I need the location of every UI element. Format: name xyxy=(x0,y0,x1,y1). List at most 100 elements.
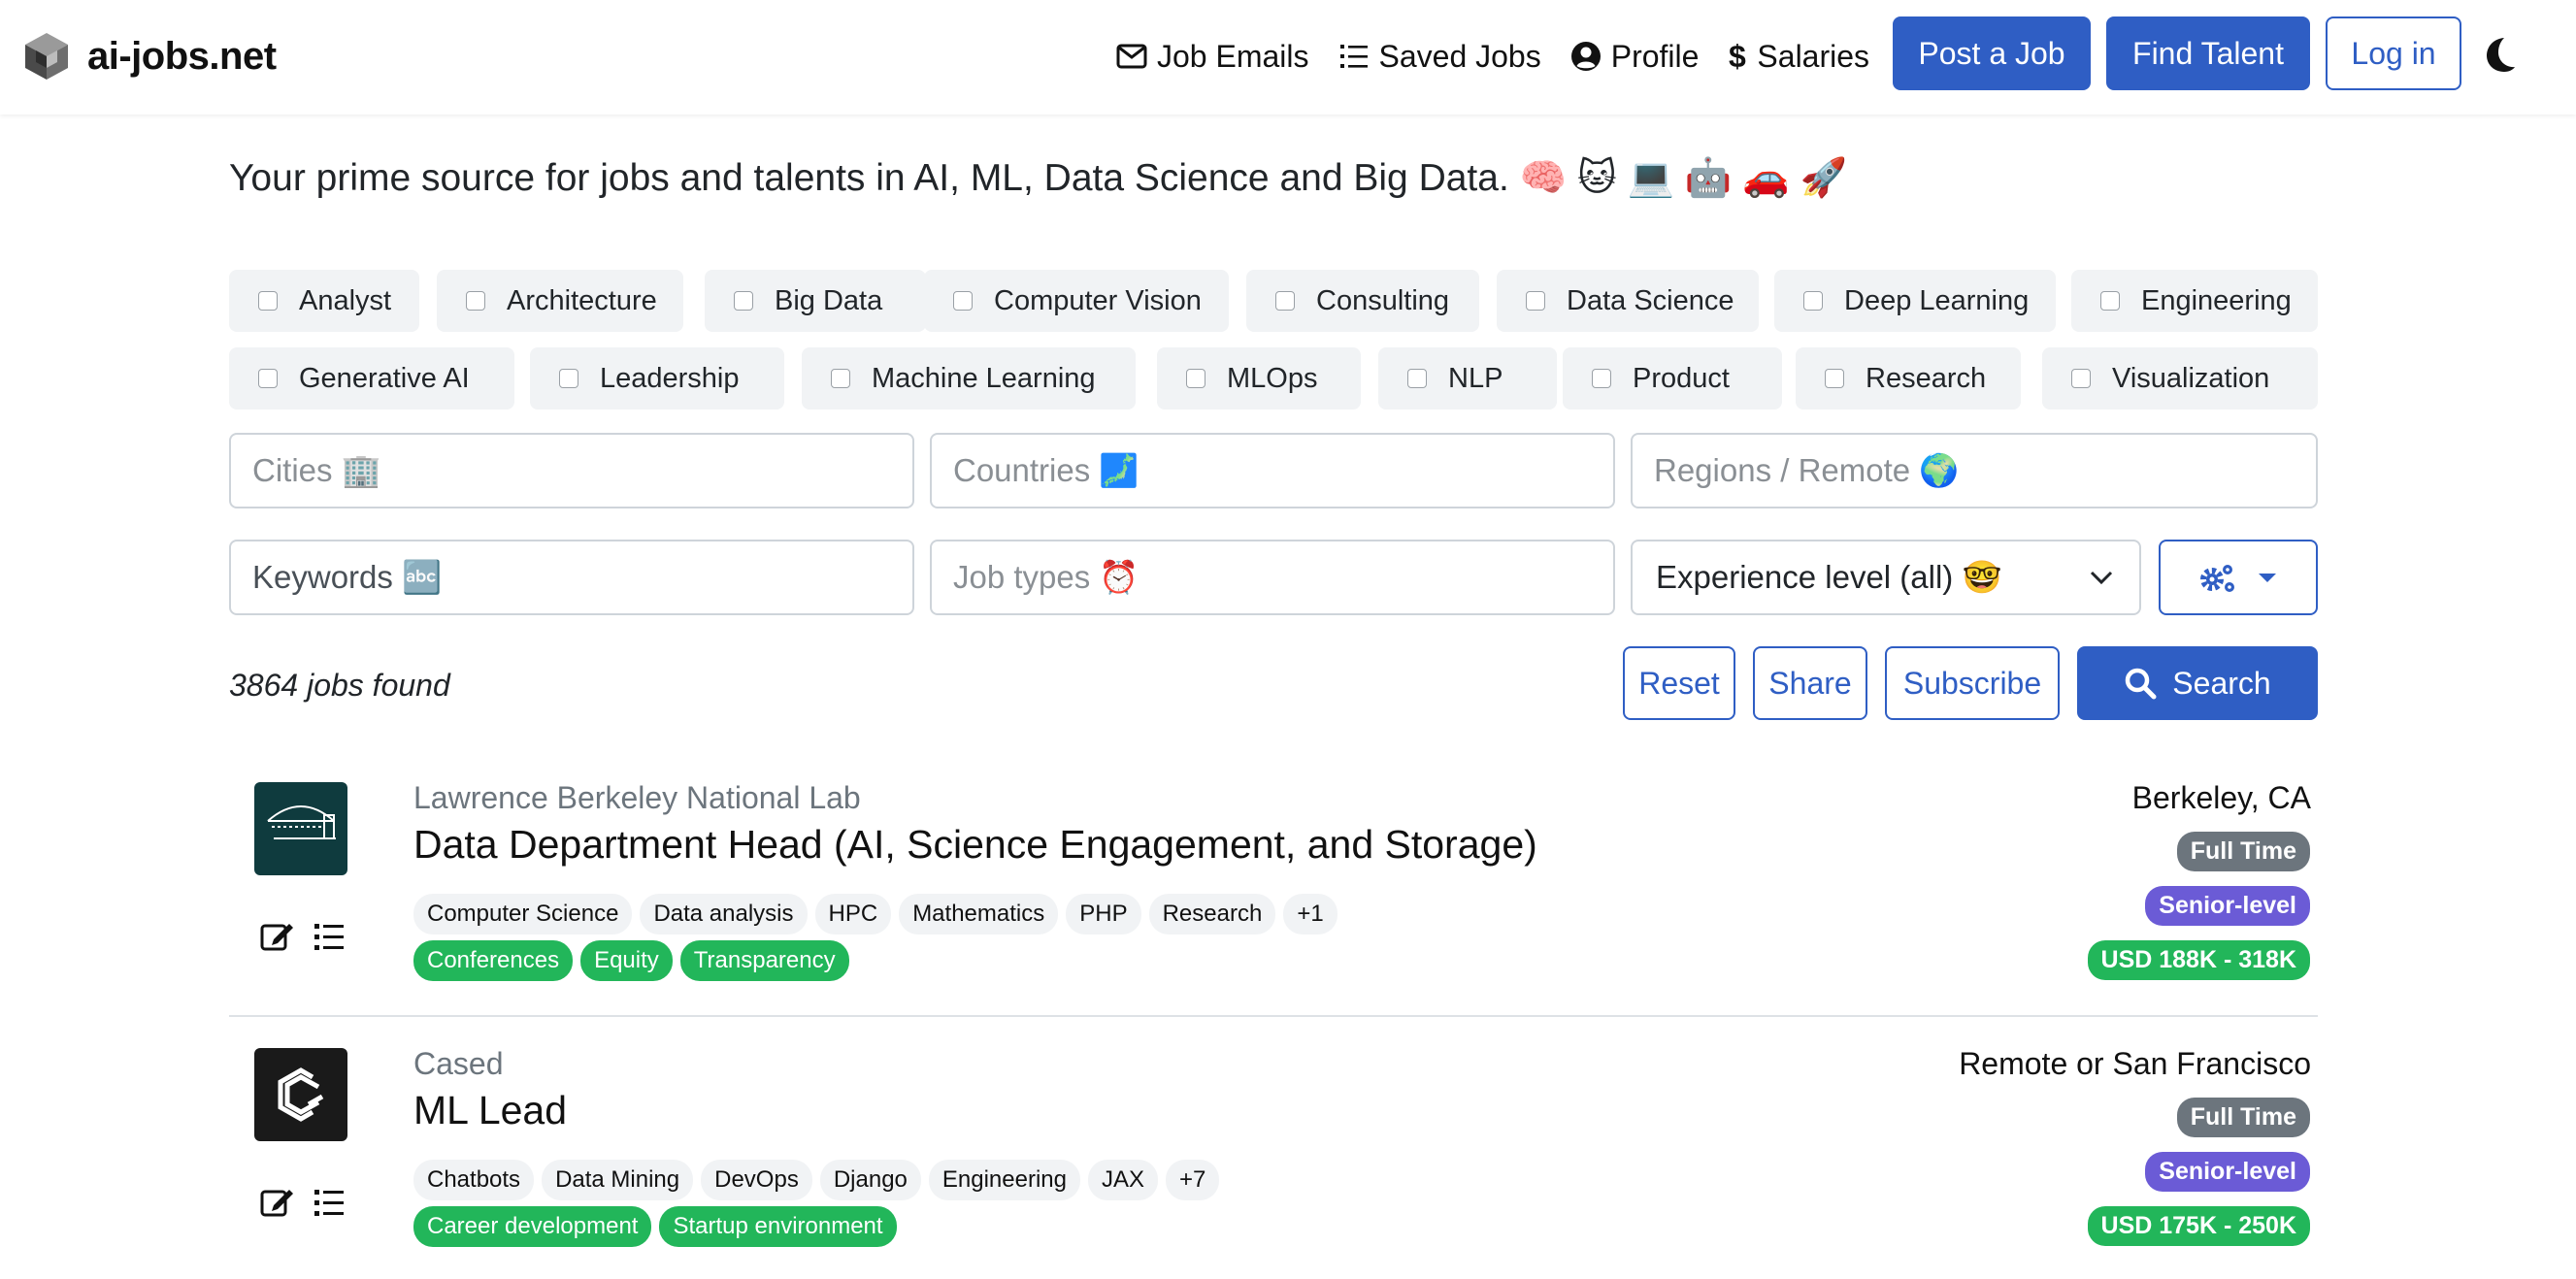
checkbox-icon[interactable] xyxy=(734,291,753,311)
skill-tag[interactable]: Django xyxy=(819,1160,921,1200)
job-type-badge[interactable]: Full Time xyxy=(2176,832,2310,871)
keywords-input[interactable]: Keywords 🔤 xyxy=(229,540,914,615)
svg-text:$: $ xyxy=(1729,40,1746,73)
company-logo-cased[interactable] xyxy=(254,1048,347,1141)
salary-badge[interactable]: USD 175K - 250K xyxy=(2087,1206,2310,1246)
skill-tag[interactable]: Chatbots xyxy=(413,1160,535,1200)
checkbox-icon[interactable] xyxy=(559,369,578,388)
subscribe-button[interactable]: Subscribe xyxy=(1885,646,2060,720)
checkbox-icon[interactable] xyxy=(2100,291,2120,311)
search-button[interactable]: Search xyxy=(2077,646,2318,720)
checkbox-icon[interactable] xyxy=(831,369,850,388)
category-label: NLP xyxy=(1448,362,1503,394)
skill-tag[interactable]: Data Mining xyxy=(542,1160,694,1200)
perk-tag[interactable]: Career development xyxy=(413,1206,652,1247)
category-checkbox[interactable]: Big Data xyxy=(705,270,926,332)
category-label: Big Data xyxy=(775,284,883,316)
skill-tag[interactable]: HPC xyxy=(814,894,892,935)
company-name[interactable]: Lawrence Berkeley National Lab xyxy=(413,780,861,816)
job-location[interactable]: Berkeley, CA xyxy=(2132,780,2311,816)
skill-tag[interactable]: Research xyxy=(1148,894,1276,935)
job-title[interactable]: Data Department Head (AI, Science Engage… xyxy=(413,822,1537,868)
post-job-button[interactable]: Post a Job xyxy=(1893,16,2091,90)
nav-profile-label: Profile xyxy=(1610,38,1700,74)
list-icon[interactable] xyxy=(313,1187,346,1218)
checkbox-icon[interactable] xyxy=(1803,291,1823,311)
moon-icon[interactable] xyxy=(2483,35,2518,74)
list-icon[interactable] xyxy=(313,921,346,952)
category-checkbox[interactable]: Visualization xyxy=(2042,347,2318,410)
perk-tag[interactable]: Transparency xyxy=(679,940,849,981)
checkbox-icon[interactable] xyxy=(1275,291,1295,311)
checkbox-icon[interactable] xyxy=(1407,369,1427,388)
reset-button[interactable]: Reset xyxy=(1623,646,1735,720)
gears-icon xyxy=(2200,565,2234,592)
salary-badge[interactable]: USD 188K - 318K xyxy=(2087,940,2310,980)
skill-tag[interactable]: DevOps xyxy=(701,1160,812,1200)
nav-job-emails[interactable]: Job Emails xyxy=(1116,39,1309,75)
share-button[interactable]: Share xyxy=(1753,646,1867,720)
category-checkbox[interactable]: Deep Learning xyxy=(1774,270,2056,332)
nav-salaries[interactable]: $ Salaries xyxy=(1728,39,1869,75)
category-checkbox[interactable]: Data Science xyxy=(1497,270,1759,332)
checkbox-icon[interactable] xyxy=(1592,369,1611,388)
category-checkbox[interactable]: NLP xyxy=(1378,347,1557,410)
nav-profile[interactable]: Profile xyxy=(1570,38,1700,75)
category-checkbox[interactable]: MLOps xyxy=(1157,347,1361,410)
skill-tag[interactable]: Engineering xyxy=(928,1160,1080,1200)
cities-input[interactable]: Cities 🏢 xyxy=(229,433,914,508)
company-name[interactable]: Cased xyxy=(413,1046,504,1082)
edit-icon[interactable] xyxy=(260,1186,295,1219)
checkbox-icon[interactable] xyxy=(2071,369,2091,388)
category-checkbox[interactable]: Computer Vision xyxy=(924,270,1229,332)
checkbox-icon[interactable] xyxy=(1186,369,1205,388)
skill-tag[interactable]: PHP xyxy=(1066,894,1141,935)
list-icon xyxy=(1339,45,1368,68)
category-checkbox[interactable]: Engineering xyxy=(2071,270,2318,332)
skill-tag[interactable]: Computer Science xyxy=(413,894,633,935)
category-checkbox[interactable]: Generative AI xyxy=(229,347,514,410)
experience-level-select[interactable]: Experience level (all) 🤓 xyxy=(1631,540,2141,615)
skill-tag[interactable]: JAX xyxy=(1088,1160,1159,1200)
job-title[interactable]: ML Lead xyxy=(413,1088,567,1133)
category-checkbox[interactable]: Architecture xyxy=(437,270,683,332)
envelope-icon xyxy=(1116,44,1147,69)
checkbox-icon[interactable] xyxy=(258,291,278,311)
more-tags-count[interactable]: +7 xyxy=(1166,1160,1220,1200)
checkbox-icon[interactable] xyxy=(1825,369,1844,388)
skill-tag[interactable]: Data analysis xyxy=(640,894,808,935)
category-label: Deep Learning xyxy=(1844,284,2030,316)
category-checkbox[interactable]: Leadership xyxy=(530,347,784,410)
checkbox-icon[interactable] xyxy=(1526,291,1545,311)
nav-saved-jobs[interactable]: Saved Jobs xyxy=(1338,39,1541,75)
login-button[interactable]: Log in xyxy=(2326,16,2461,90)
regions-input[interactable]: Regions / Remote 🌍 xyxy=(1631,433,2318,508)
category-checkbox[interactable]: Research xyxy=(1796,347,2021,410)
edit-icon[interactable] xyxy=(260,920,295,953)
experience-level-value: Experience level (all) 🤓 xyxy=(1656,558,2002,595)
perk-tag[interactable]: Conferences xyxy=(413,940,574,981)
experience-level-badge[interactable]: Senior-level xyxy=(2145,1152,2310,1192)
job-type-badge[interactable]: Full Time xyxy=(2176,1098,2310,1137)
perk-tag[interactable]: Equity xyxy=(580,940,673,981)
brand[interactable]: ai-jobs.net xyxy=(19,29,277,83)
category-checkbox[interactable]: Machine Learning xyxy=(802,347,1136,410)
checkbox-icon[interactable] xyxy=(258,369,278,388)
checkbox-icon[interactable] xyxy=(953,291,973,311)
countries-input[interactable]: Countries 🗾 xyxy=(930,433,1615,508)
category-checkbox[interactable]: Analyst xyxy=(229,270,419,332)
category-checkbox[interactable]: Product xyxy=(1563,347,1782,410)
skill-tag[interactable]: Mathematics xyxy=(899,894,1059,935)
search-button-label: Search xyxy=(2172,665,2271,701)
dollar-icon: $ xyxy=(1729,40,1746,73)
company-logo-lbnl[interactable] xyxy=(254,782,347,875)
more-tags-count[interactable]: +1 xyxy=(1283,894,1338,935)
experience-level-badge[interactable]: Senior-level xyxy=(2145,886,2310,926)
find-talent-button[interactable]: Find Talent xyxy=(2106,16,2310,90)
settings-dropdown-button[interactable] xyxy=(2159,540,2318,615)
job-location[interactable]: Remote or San Francisco xyxy=(1959,1046,2311,1082)
checkbox-icon[interactable] xyxy=(466,291,485,311)
job-types-input[interactable]: Job types ⏰ xyxy=(930,540,1615,615)
category-checkbox[interactable]: Consulting xyxy=(1246,270,1479,332)
perk-tag[interactable]: Startup environment xyxy=(659,1206,897,1247)
